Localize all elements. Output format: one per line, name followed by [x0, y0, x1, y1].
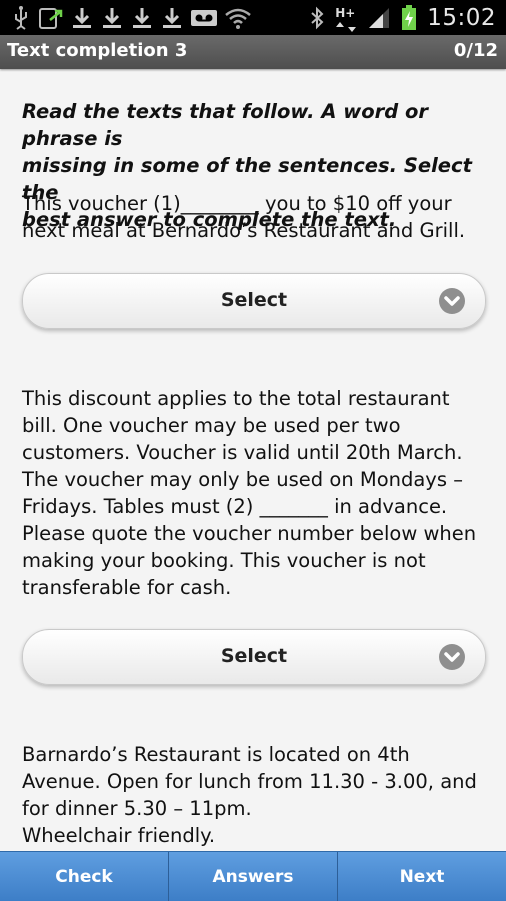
passage-line: next meal at Bernardo’s Restaurant and G…: [22, 219, 466, 242]
network-type: H+: [335, 4, 357, 32]
passage-line: The voucher may only be used on Mondays …: [22, 468, 463, 491]
answer-select-1[interactable]: Select: [22, 273, 486, 329]
screen-share-icon: [39, 7, 63, 29]
passage-line: Wheelchair friendly.: [22, 824, 216, 847]
battery-icon: [402, 4, 417, 30]
check-button[interactable]: Check: [0, 852, 169, 901]
answer-select-2[interactable]: Select: [22, 629, 486, 685]
select-label: Select: [220, 645, 288, 667]
download-icon: [73, 7, 91, 28]
passage-line: Please quote the voucher number below wh…: [22, 522, 477, 545]
passage-line: for dinner 5.30 – 11pm.: [22, 797, 252, 820]
passage-2: This discount applies to the total resta…: [22, 385, 492, 601]
passage-line: This discount applies to the total resta…: [22, 387, 450, 410]
passage-line: Avenue. Open for lunch from 11.30 - 3.00…: [22, 770, 477, 793]
network-type-label: H+: [335, 5, 356, 20]
system-status-icons: H+ 15:02: [309, 0, 496, 35]
passage-line: bill. One voucher may be used per two: [22, 414, 401, 437]
status-bar: H+ 15:02: [0, 0, 506, 35]
passage-line: Fridays. Tables must (2) _______ in adva…: [22, 495, 448, 518]
chevron-down-icon: [439, 288, 465, 314]
answers-button[interactable]: Answers: [169, 852, 338, 901]
bluetooth-icon: [311, 6, 324, 29]
passage-line: Barnardo’s Restaurant is located on 4th: [22, 743, 410, 766]
page-title: Text completion 3: [7, 40, 188, 61]
instruction-line: Read the texts that follow. A word or ph…: [22, 100, 428, 150]
usb-icon: [15, 5, 27, 30]
title-bar: Text completion 3 0/12: [0, 35, 506, 69]
passage-line: making your booking. This voucher is not: [22, 549, 426, 572]
voicemail-icon: [191, 9, 217, 26]
signal-icon: [369, 7, 390, 28]
select-label: Select: [220, 289, 288, 311]
data-arrows-icon: [336, 21, 357, 32]
clock: 15:02: [427, 4, 496, 31]
progress-counter: 0/12: [453, 40, 498, 61]
wifi-icon: [225, 8, 251, 29]
passage-line: customers. Voucher is valid until 20th M…: [22, 441, 463, 464]
passage-line: transferable for cash.: [22, 576, 232, 599]
passage-line: This voucher (1)________ you to $10 off …: [22, 192, 452, 215]
next-button[interactable]: Next: [338, 852, 506, 901]
passage-1: This voucher (1)________ you to $10 off …: [22, 190, 492, 244]
download-icon: [103, 7, 121, 28]
download-icon: [163, 7, 181, 28]
passage-3: Barnardo’s Restaurant is located on 4th …: [22, 741, 492, 849]
download-icon: [133, 7, 151, 28]
bottom-action-bar: Check Answers Next: [0, 851, 506, 901]
chevron-down-icon: [439, 644, 465, 670]
notification-icons: [10, 5, 252, 30]
